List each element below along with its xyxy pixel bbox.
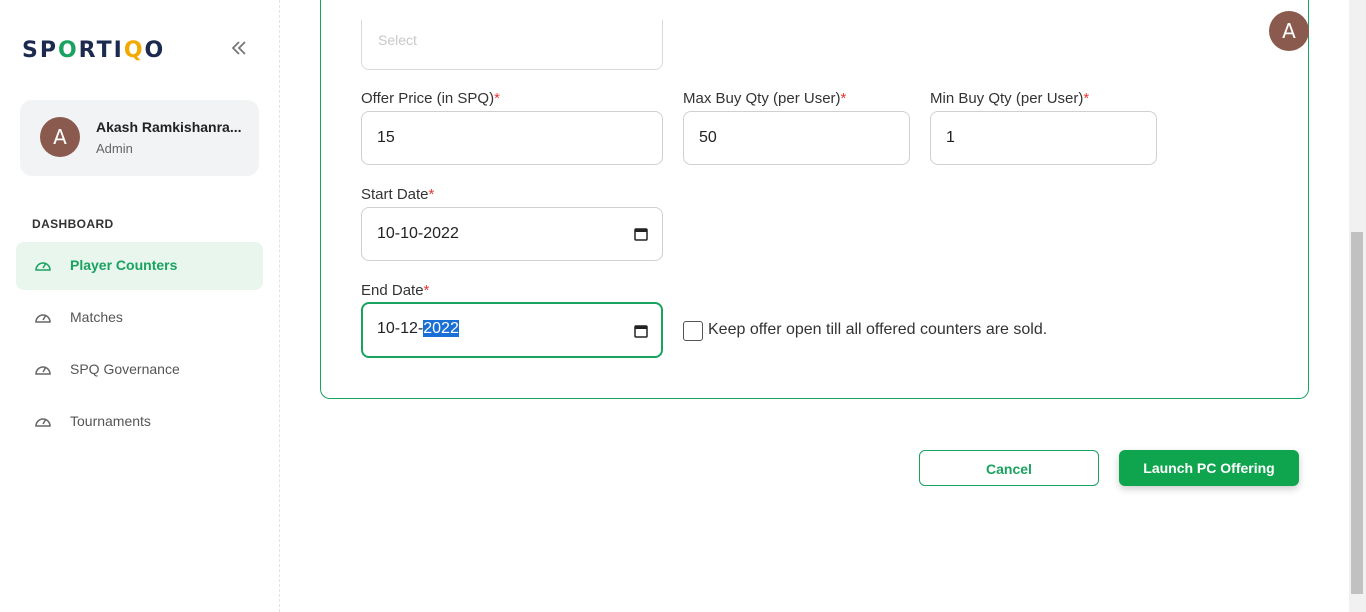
user-card[interactable]: A Akash Ramkishanra... Admin — [20, 100, 259, 176]
partial-select-field[interactable]: Select — [361, 20, 663, 70]
end-date-input[interactable]: 10-12-2022 — [361, 302, 663, 358]
min-buy-label: Min Buy Qty (per User)* — [930, 90, 1089, 107]
start-date-label-text: Start Date — [361, 186, 429, 203]
partial-select-value: Select — [378, 32, 417, 48]
required-asterisk: * — [840, 90, 847, 107]
cancel-button[interactable]: Cancel — [919, 450, 1099, 486]
required-asterisk: * — [494, 90, 500, 107]
max-buy-label-text: Max Buy Qty (per User) — [683, 90, 841, 107]
calendar-icon[interactable] — [634, 227, 648, 241]
min-buy-input[interactable]: 1 — [930, 111, 1157, 165]
calendar-icon[interactable] — [634, 324, 648, 338]
gauge-icon — [35, 262, 51, 271]
scrollbar-thumb[interactable] — [1351, 232, 1363, 594]
end-date-label: End Date* — [361, 282, 429, 299]
sidebar-item-spq-governance[interactable]: SPQ Governance — [16, 346, 263, 394]
min-buy-label-text: Min Buy Qty (per User) — [930, 90, 1084, 107]
user-name: Akash Ramkishanra... — [96, 119, 242, 135]
required-asterisk: * — [1083, 90, 1090, 107]
max-buy-label: Max Buy Qty (per User)* — [683, 90, 846, 107]
logo-part-4: Q — [123, 38, 145, 63]
page-scrollbar[interactable] — [1349, 0, 1366, 612]
min-buy-value: 1 — [946, 129, 955, 146]
sidebar-item-label: SPQ Governance — [70, 361, 180, 377]
gauge-icon — [35, 366, 51, 375]
keep-open-checkbox[interactable] — [683, 321, 703, 341]
max-buy-input[interactable]: 50 — [683, 111, 910, 165]
sidebar-item-label: Matches — [70, 309, 123, 325]
logo-part-3: RTI — [78, 38, 124, 63]
user-avatar: A — [40, 117, 80, 157]
sidebar-item-tournaments[interactable]: Tournaments — [16, 398, 263, 446]
sidebar-item-label: Tournaments — [70, 413, 151, 429]
end-date-value: 10-12-2022 — [377, 320, 459, 338]
sportiqo-logo[interactable]: SPORTIQO — [22, 38, 165, 63]
logo-part-1: SP — [22, 38, 58, 63]
sidebar: SPORTIQO A Akash Ramkishanra... Admin DA… — [0, 0, 280, 612]
offer-price-value: 15 — [377, 129, 395, 146]
start-date-input[interactable]: 10-10-2022 — [361, 207, 663, 261]
user-role: Admin — [96, 141, 133, 156]
offer-price-input[interactable]: 15 — [361, 111, 663, 165]
keep-open-label: Keep offer open till all offered counter… — [708, 321, 1048, 338]
sidebar-item-label: Player Counters — [70, 257, 178, 273]
end-date-selected-year[interactable]: 2022 — [423, 320, 459, 337]
required-asterisk: * — [428, 186, 435, 203]
sidebar-item-player-counters[interactable]: Player Counters — [16, 242, 263, 290]
header-avatar[interactable]: A — [1269, 11, 1309, 51]
logo-part-2: O — [57, 38, 79, 63]
max-buy-value: 50 — [699, 129, 717, 146]
end-date-label-text: End Date — [361, 282, 424, 299]
start-date-value: 10-10-2022 — [377, 225, 459, 242]
gauge-icon — [35, 314, 51, 323]
dashboard-section-label: DASHBOARD — [32, 217, 114, 231]
launch-pc-offering-button[interactable]: Launch PC Offering — [1119, 450, 1299, 486]
gauge-icon — [35, 418, 51, 427]
start-date-label: Start Date* — [361, 186, 434, 203]
offer-price-label-text: Offer Price (in SPQ) — [361, 90, 495, 107]
sidebar-item-matches[interactable]: Matches — [16, 294, 263, 342]
collapse-sidebar-icon[interactable] — [229, 39, 249, 61]
end-date-prefix: 10-12- — [377, 320, 424, 337]
offer-price-label: Offer Price (in SPQ)* — [361, 90, 500, 107]
required-asterisk: * — [423, 282, 430, 299]
logo-part-5: O — [144, 38, 166, 63]
